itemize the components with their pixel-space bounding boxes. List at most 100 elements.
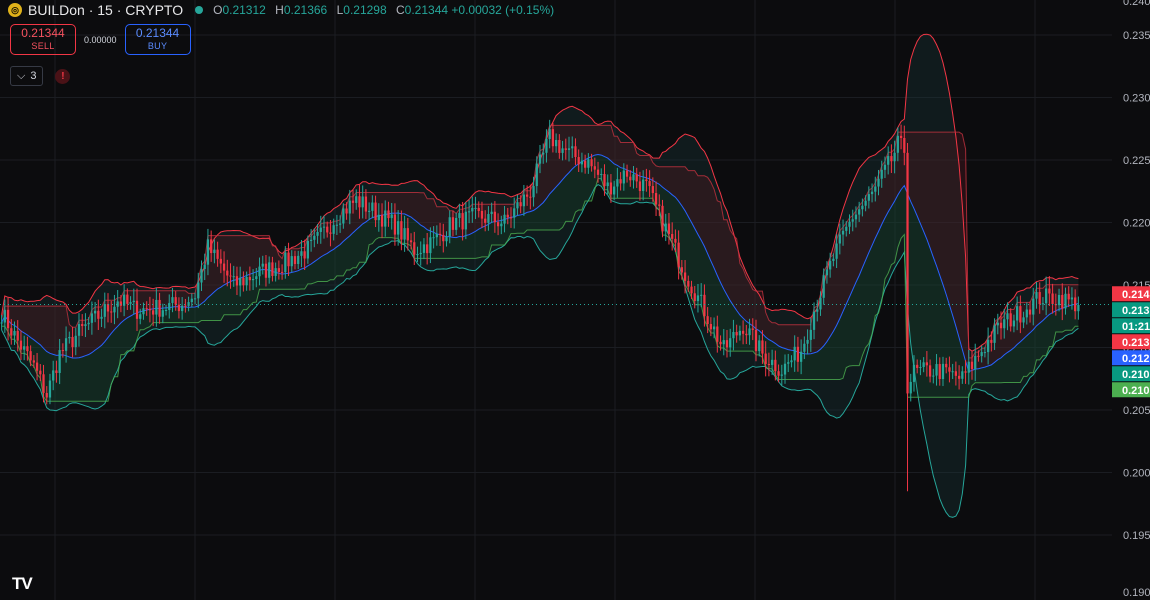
candle-body (374, 202, 377, 221)
candle-body (197, 282, 200, 299)
candle-body (874, 186, 877, 192)
price-label-text: 0.210 (1122, 385, 1150, 397)
candle-body (867, 194, 870, 201)
candle-body (758, 340, 761, 352)
candle-body (284, 252, 287, 273)
candle-body (516, 202, 519, 209)
candle-body (648, 181, 651, 187)
alert-icon[interactable]: ! (55, 68, 71, 84)
candle-body (571, 146, 574, 149)
candle-body (529, 196, 532, 198)
candle-body (58, 350, 61, 373)
candle-body (632, 174, 635, 181)
candle-body (129, 302, 132, 304)
candle-body (368, 210, 371, 212)
candle-body (0, 322, 3, 324)
candle-body (506, 214, 509, 218)
candle-body (177, 304, 181, 312)
candle-body (206, 239, 210, 265)
buy-button[interactable]: 0.21344 BUY (124, 24, 191, 55)
candle-body (519, 202, 522, 207)
candle-body (767, 364, 771, 366)
candle-body (545, 139, 548, 153)
candle-body (638, 181, 642, 191)
candle-body (999, 322, 1003, 329)
candle-body (841, 230, 845, 235)
candle-body (858, 209, 861, 215)
candle-body (690, 286, 693, 294)
price-label-text: 01:21 (1122, 321, 1150, 333)
candle-body (664, 223, 667, 232)
candle-body (326, 226, 329, 233)
candle-body (983, 352, 987, 354)
price-tick-label: 0.225 (1123, 155, 1150, 167)
candle-body (210, 239, 213, 254)
candle-body (580, 160, 584, 165)
candle-body (316, 231, 319, 236)
candle-body (484, 218, 487, 223)
candle-body (880, 169, 883, 179)
price-tick-label: 0.205 (1123, 405, 1150, 417)
candle-body (97, 310, 100, 319)
candle-body (525, 194, 529, 197)
candle-body (590, 159, 593, 167)
candle-body (1057, 294, 1061, 306)
candle-body (293, 256, 297, 264)
candle-body (1003, 319, 1006, 329)
candle-body (442, 235, 445, 242)
candle-body (187, 302, 190, 306)
candle-body (816, 309, 819, 312)
symbol-title[interactable]: BUILDon · 15 · CRYPTO (28, 2, 183, 18)
price-label-text: 0.210 (1122, 369, 1150, 381)
candle-body (584, 160, 587, 168)
candle-body (364, 196, 368, 212)
candle-body (322, 226, 326, 228)
candle-body (32, 360, 35, 363)
candle-body (703, 294, 706, 317)
candle-body (52, 370, 55, 381)
indicator-count: 3 (30, 70, 37, 82)
candle-body (155, 299, 158, 315)
candle-body (84, 324, 87, 327)
candle-body (745, 333, 748, 336)
candle-body (619, 179, 622, 184)
candle-body (496, 222, 500, 227)
candle-body (461, 213, 464, 230)
candle-body (264, 263, 268, 278)
sell-button[interactable]: 0.21344 SELL (10, 24, 76, 55)
candle-body (667, 223, 671, 235)
candle-body (1032, 298, 1035, 315)
candle-body (313, 235, 316, 240)
candle-body (845, 226, 848, 231)
candle-body (74, 335, 77, 348)
candle-body (513, 208, 516, 218)
candle-body (358, 196, 361, 208)
candle-body (658, 204, 661, 206)
candle-body (1038, 292, 1041, 305)
candle-body (1035, 292, 1038, 299)
candle-body (925, 362, 928, 366)
builddon-coin-icon: ◎ (8, 3, 22, 17)
indicator-bar: ⌵ 3 ! (10, 66, 71, 86)
candle-body (574, 146, 577, 158)
candle-body (706, 316, 709, 324)
candle-body (458, 213, 461, 218)
candle-body (661, 205, 664, 232)
candle-body (970, 361, 974, 369)
candle-body (303, 251, 306, 259)
candle-body (542, 152, 545, 155)
candle-body (764, 353, 767, 365)
candle-body (1006, 313, 1009, 320)
candle-body (329, 232, 332, 234)
price-chart[interactable]: 0.1950.2000.2050.2100.2150.2200.2250.230… (0, 0, 1150, 600)
candle-body (429, 237, 432, 254)
candle-body (893, 152, 896, 162)
candle-body (577, 157, 580, 165)
candle-body (993, 325, 996, 343)
candle-body (558, 140, 561, 153)
candle-body (493, 211, 496, 223)
candle-body (71, 336, 74, 348)
candle-body (899, 135, 903, 138)
candle-body (532, 186, 535, 198)
indicators-toggle-button[interactable]: ⌵ 3 (10, 66, 44, 86)
